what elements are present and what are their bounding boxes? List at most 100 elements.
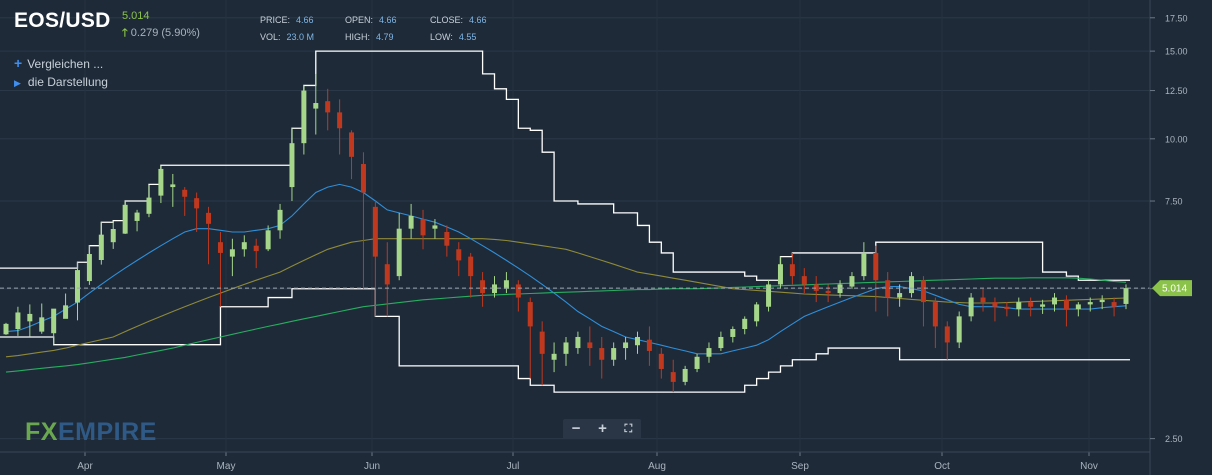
candle-body bbox=[849, 276, 855, 287]
y-tick-label: 12.50 bbox=[1165, 86, 1188, 96]
fullscreen-icon[interactable]: ⛶ bbox=[624, 419, 632, 439]
last-price-tag-text: 5.014 bbox=[1162, 284, 1187, 295]
candle-body bbox=[682, 368, 688, 382]
candle-body bbox=[658, 353, 664, 369]
x-tick-label: Apr bbox=[77, 461, 93, 472]
candle bbox=[420, 209, 426, 250]
candle bbox=[349, 130, 355, 180]
candle-body bbox=[956, 316, 962, 343]
candle bbox=[301, 85, 307, 155]
high-value: 4.79 bbox=[376, 32, 394, 42]
candle-body bbox=[277, 209, 283, 231]
triangle-right-icon: ▶ bbox=[14, 78, 21, 88]
candle-body bbox=[98, 234, 104, 260]
vol-value: 23.0 M bbox=[286, 32, 315, 42]
candle-body bbox=[599, 348, 605, 360]
candle-body bbox=[1004, 306, 1010, 310]
candle-body bbox=[122, 204, 128, 234]
candle bbox=[1016, 297, 1022, 317]
display-button[interactable]: ▶ die Darstellung bbox=[14, 75, 108, 89]
candle bbox=[777, 256, 783, 289]
zoom-in-button[interactable]: + bbox=[598, 419, 607, 439]
candle-body bbox=[909, 276, 915, 294]
up-arrow-icon: 🡑 bbox=[122, 27, 128, 39]
fxempire-logo: FXEMPIRE bbox=[25, 418, 157, 447]
candle-body bbox=[634, 336, 640, 346]
candle-body bbox=[253, 245, 259, 252]
candle-body bbox=[527, 302, 533, 327]
open-readout: OPEN: 4.66 bbox=[345, 15, 397, 25]
candle-body bbox=[611, 348, 617, 360]
candle bbox=[1028, 297, 1034, 317]
candle bbox=[563, 336, 569, 366]
candle-body bbox=[86, 254, 92, 282]
candle bbox=[277, 203, 283, 239]
candle-body bbox=[587, 342, 593, 349]
price-chart[interactable]: 2.505.007.5010.0012.5015.0017.50 AprMayJ… bbox=[0, 0, 1212, 475]
candle bbox=[694, 353, 700, 373]
candle bbox=[956, 311, 962, 349]
candle-body bbox=[337, 112, 343, 129]
candle-body bbox=[1052, 297, 1058, 305]
candle bbox=[63, 293, 69, 319]
candle bbox=[813, 276, 819, 303]
candle-body bbox=[444, 231, 450, 246]
candle bbox=[170, 173, 176, 207]
candle-body bbox=[515, 284, 521, 298]
candle bbox=[587, 326, 593, 366]
candle-body bbox=[27, 313, 33, 322]
display-label: die Darstellung bbox=[27, 75, 108, 89]
candle bbox=[670, 359, 676, 393]
x-tick-label: Aug bbox=[648, 461, 666, 472]
candle-body bbox=[1123, 288, 1129, 304]
candle bbox=[384, 242, 390, 317]
candle bbox=[634, 331, 640, 354]
candle bbox=[599, 336, 605, 379]
candle bbox=[360, 152, 366, 289]
candle-body bbox=[456, 249, 462, 261]
candle bbox=[86, 245, 92, 285]
close-readout: CLOSE: 4.66 bbox=[430, 15, 487, 25]
candle bbox=[825, 284, 831, 303]
candle bbox=[253, 238, 259, 269]
price-change: 🡑 0.279 (5.90%) bbox=[122, 24, 200, 43]
candle bbox=[122, 201, 128, 234]
logo-empire: EMPIRE bbox=[57, 418, 157, 446]
candle-body bbox=[992, 302, 998, 307]
x-tick-label: Sep bbox=[791, 461, 809, 472]
candle-body bbox=[51, 308, 57, 334]
compare-button[interactable]: + Vergleichen ... bbox=[14, 55, 103, 71]
candle bbox=[539, 321, 545, 386]
candle-body bbox=[777, 264, 783, 285]
candle-body bbox=[3, 323, 9, 335]
candle bbox=[39, 303, 45, 334]
candle-body bbox=[480, 280, 486, 294]
candle bbox=[968, 293, 974, 322]
close-value: 4.66 bbox=[469, 15, 487, 25]
candle bbox=[372, 201, 378, 317]
candle bbox=[909, 272, 915, 298]
candle-body bbox=[825, 290, 831, 294]
candle bbox=[873, 245, 879, 312]
candle-body bbox=[980, 297, 986, 303]
candle-body bbox=[1040, 304, 1046, 307]
candle bbox=[754, 302, 760, 327]
candle-body bbox=[897, 293, 903, 298]
candle bbox=[801, 268, 807, 294]
candle bbox=[920, 276, 926, 327]
candle bbox=[408, 203, 414, 239]
candle-body bbox=[313, 103, 319, 109]
candle bbox=[730, 326, 736, 343]
candle-body bbox=[837, 284, 843, 294]
candle-body bbox=[539, 331, 545, 354]
candle bbox=[74, 262, 80, 321]
candle-body bbox=[63, 305, 69, 319]
zoom-out-button[interactable]: − bbox=[572, 419, 581, 439]
candle bbox=[1004, 302, 1010, 317]
candle bbox=[27, 304, 33, 337]
y-axis: 2.505.007.5010.0012.5015.0017.50 bbox=[1149, 0, 1188, 475]
candle bbox=[229, 238, 235, 277]
candle-body bbox=[289, 143, 295, 188]
candle-body bbox=[301, 90, 307, 144]
x-axis: Apr May Jun Jul Aug Sep Oct Nov bbox=[0, 451, 1150, 472]
